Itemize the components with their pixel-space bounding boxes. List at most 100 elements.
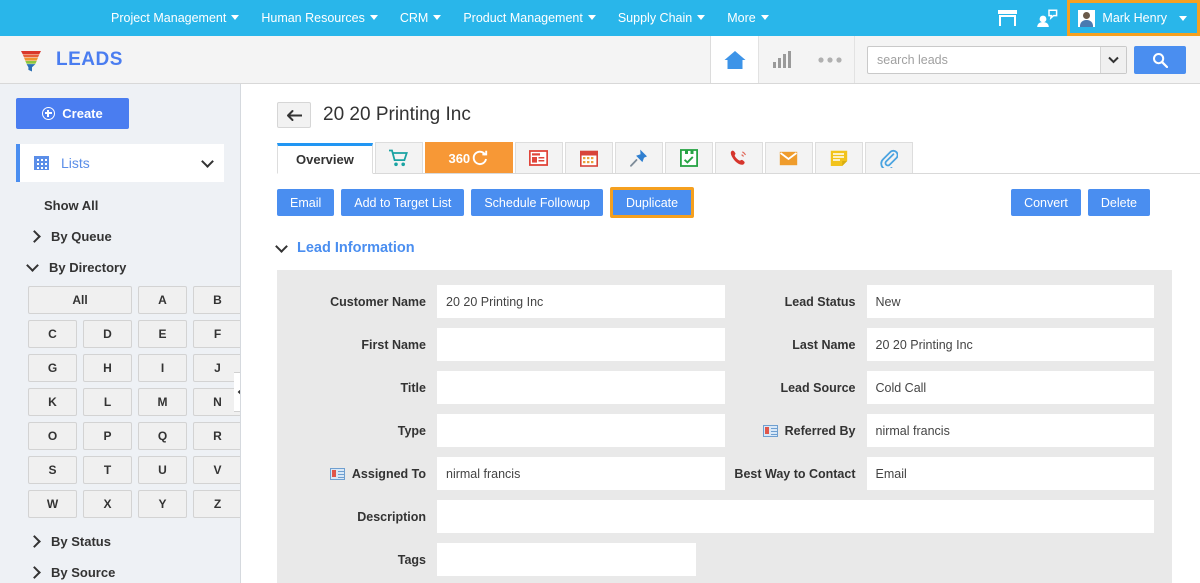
tab-shopping-cart[interactable] (374, 142, 423, 173)
letter-button-s[interactable]: S (28, 456, 77, 484)
contact-card-icon[interactable] (762, 424, 778, 437)
customer-name-input[interactable]: 20 20 Printing Inc (437, 285, 725, 318)
sidebar-item-show-all[interactable]: Show All (44, 198, 224, 213)
letter-button-x[interactable]: X (83, 490, 132, 518)
letter-button-o[interactable]: O (28, 422, 77, 450)
sidebar-group-by-directory[interactable]: By Directory (26, 259, 224, 275)
letter-button-t[interactable]: T (83, 456, 132, 484)
field-lead-source: Lead Source Cold Call (725, 370, 1154, 405)
ellipsis-icon[interactable] (806, 36, 854, 83)
referred-by-input[interactable]: nirmal francis (866, 414, 1154, 447)
nav-supply-chain[interactable]: Supply Chain (607, 0, 716, 36)
assigned-to-input[interactable]: nirmal francis (437, 457, 725, 490)
title-input[interactable] (437, 371, 725, 404)
delete-button[interactable]: Delete (1087, 189, 1150, 216)
letter-button-all[interactable]: All (28, 286, 132, 314)
tab-attachments[interactable] (864, 142, 913, 173)
first-name-input[interactable] (437, 328, 725, 361)
letter-button-d[interactable]: D (83, 320, 132, 348)
convert-button[interactable]: Convert (1011, 189, 1081, 216)
tags-input[interactable] (437, 543, 696, 576)
store-icon[interactable] (987, 0, 1027, 36)
letter-button-h[interactable]: H (83, 354, 132, 382)
letter-button-f[interactable]: F (193, 320, 240, 348)
best-way-to-contact-input[interactable]: Email (866, 457, 1154, 490)
field-assigned-to: Assigned To nirmal francis (295, 456, 725, 491)
user-menu[interactable]: Mark Henry (1067, 0, 1200, 36)
field-label: Tags (397, 552, 426, 567)
nav-human-resources[interactable]: Human Resources (250, 0, 389, 36)
description-input[interactable] (437, 500, 1154, 533)
letter-button-z[interactable]: Z (193, 490, 240, 518)
lead-information-section-header[interactable]: Lead Information (275, 239, 1200, 256)
pin-icon (629, 148, 649, 168)
nav-project-management[interactable]: Project Management (100, 0, 250, 36)
sidebar-item-lists[interactable]: Lists (16, 144, 224, 182)
duplicate-button[interactable]: Duplicate (609, 187, 695, 218)
back-button[interactable] (277, 102, 311, 128)
schedule-followup-button[interactable]: Schedule Followup (471, 189, 603, 216)
letter-button-y[interactable]: Y (138, 490, 187, 518)
tab-calendar[interactable] (564, 142, 613, 173)
letter-button-q[interactable]: Q (138, 422, 187, 450)
letter-button-l[interactable]: L (83, 388, 132, 416)
bar-chart-icon[interactable] (758, 36, 806, 83)
field-label: Last Name (792, 337, 856, 352)
sidebar-collapse-handle[interactable] (234, 372, 240, 412)
tab-pin[interactable] (614, 142, 663, 173)
search-input[interactable] (868, 52, 1100, 67)
nav-crm[interactable]: CRM (389, 0, 452, 36)
type-input[interactable] (437, 414, 725, 447)
page-title: LEADS (56, 48, 123, 70)
contact-card-icon[interactable] (329, 467, 345, 480)
letter-button-a[interactable]: A (138, 286, 187, 314)
letter-button-w[interactable]: W (28, 490, 77, 518)
chevron-down-icon (587, 15, 596, 20)
letter-button-v[interactable]: V (193, 456, 240, 484)
field-label-wrapper: Assigned To (295, 467, 437, 481)
letter-button-p[interactable]: P (83, 422, 132, 450)
calendar-icon (579, 150, 598, 167)
letter-button-i[interactable]: I (138, 354, 187, 382)
tab-360-view[interactable]: 360 (424, 142, 513, 173)
nav-product-management[interactable]: Product Management (452, 0, 607, 36)
add-to-target-list-button[interactable]: Add to Target List (341, 189, 465, 216)
nav-label: More (727, 11, 756, 25)
tab-task-check[interactable] (664, 142, 713, 173)
lead-source-input[interactable]: Cold Call (866, 371, 1154, 404)
sidebar: Create Lists Show All By Queue By Direct… (0, 84, 241, 583)
letter-button-g[interactable]: G (28, 354, 77, 382)
tab-news[interactable] (514, 142, 563, 173)
sidebar-group-by-source[interactable]: By Source (28, 565, 224, 580)
create-button[interactable]: Create (16, 98, 129, 129)
letter-button-c[interactable]: C (28, 320, 77, 348)
lead-status-input[interactable]: New (866, 285, 1154, 318)
letter-button-u[interactable]: U (138, 456, 187, 484)
letter-button-r[interactable]: R (193, 422, 240, 450)
sidebar-group-label: By Directory (49, 260, 127, 275)
tab-phone[interactable] (714, 142, 763, 173)
letter-button-e[interactable]: E (138, 320, 187, 348)
nav-label: CRM (399, 11, 429, 25)
search-scope-dropdown[interactable] (1100, 46, 1126, 73)
nav-more[interactable]: More (716, 0, 779, 36)
user-chat-icon[interactable] (1027, 0, 1067, 36)
tab-note[interactable] (814, 142, 863, 173)
letter-button-b[interactable]: B (193, 286, 240, 314)
letter-button-k[interactable]: K (28, 388, 77, 416)
chevron-right-icon (28, 535, 41, 548)
field-lead-status: Lead Status New (725, 284, 1154, 319)
nav-label: Human Resources (261, 11, 365, 25)
email-button[interactable]: Email (277, 189, 335, 216)
sidebar-group-by-status[interactable]: By Status (28, 534, 224, 549)
tab-overview[interactable]: Overview (277, 143, 373, 174)
tab-email[interactable] (764, 142, 813, 173)
home-icon[interactable] (710, 36, 758, 83)
chevron-down-icon (369, 15, 378, 20)
letter-button-m[interactable]: M (138, 388, 187, 416)
sidebar-group-by-queue[interactable]: By Queue (28, 229, 224, 244)
search-button[interactable] (1134, 45, 1186, 74)
create-button-label: Create (62, 106, 103, 121)
last-name-input[interactable]: 20 20 Printing Inc (866, 328, 1154, 361)
field-last-name: Last Name 20 20 Printing Inc (725, 327, 1154, 362)
